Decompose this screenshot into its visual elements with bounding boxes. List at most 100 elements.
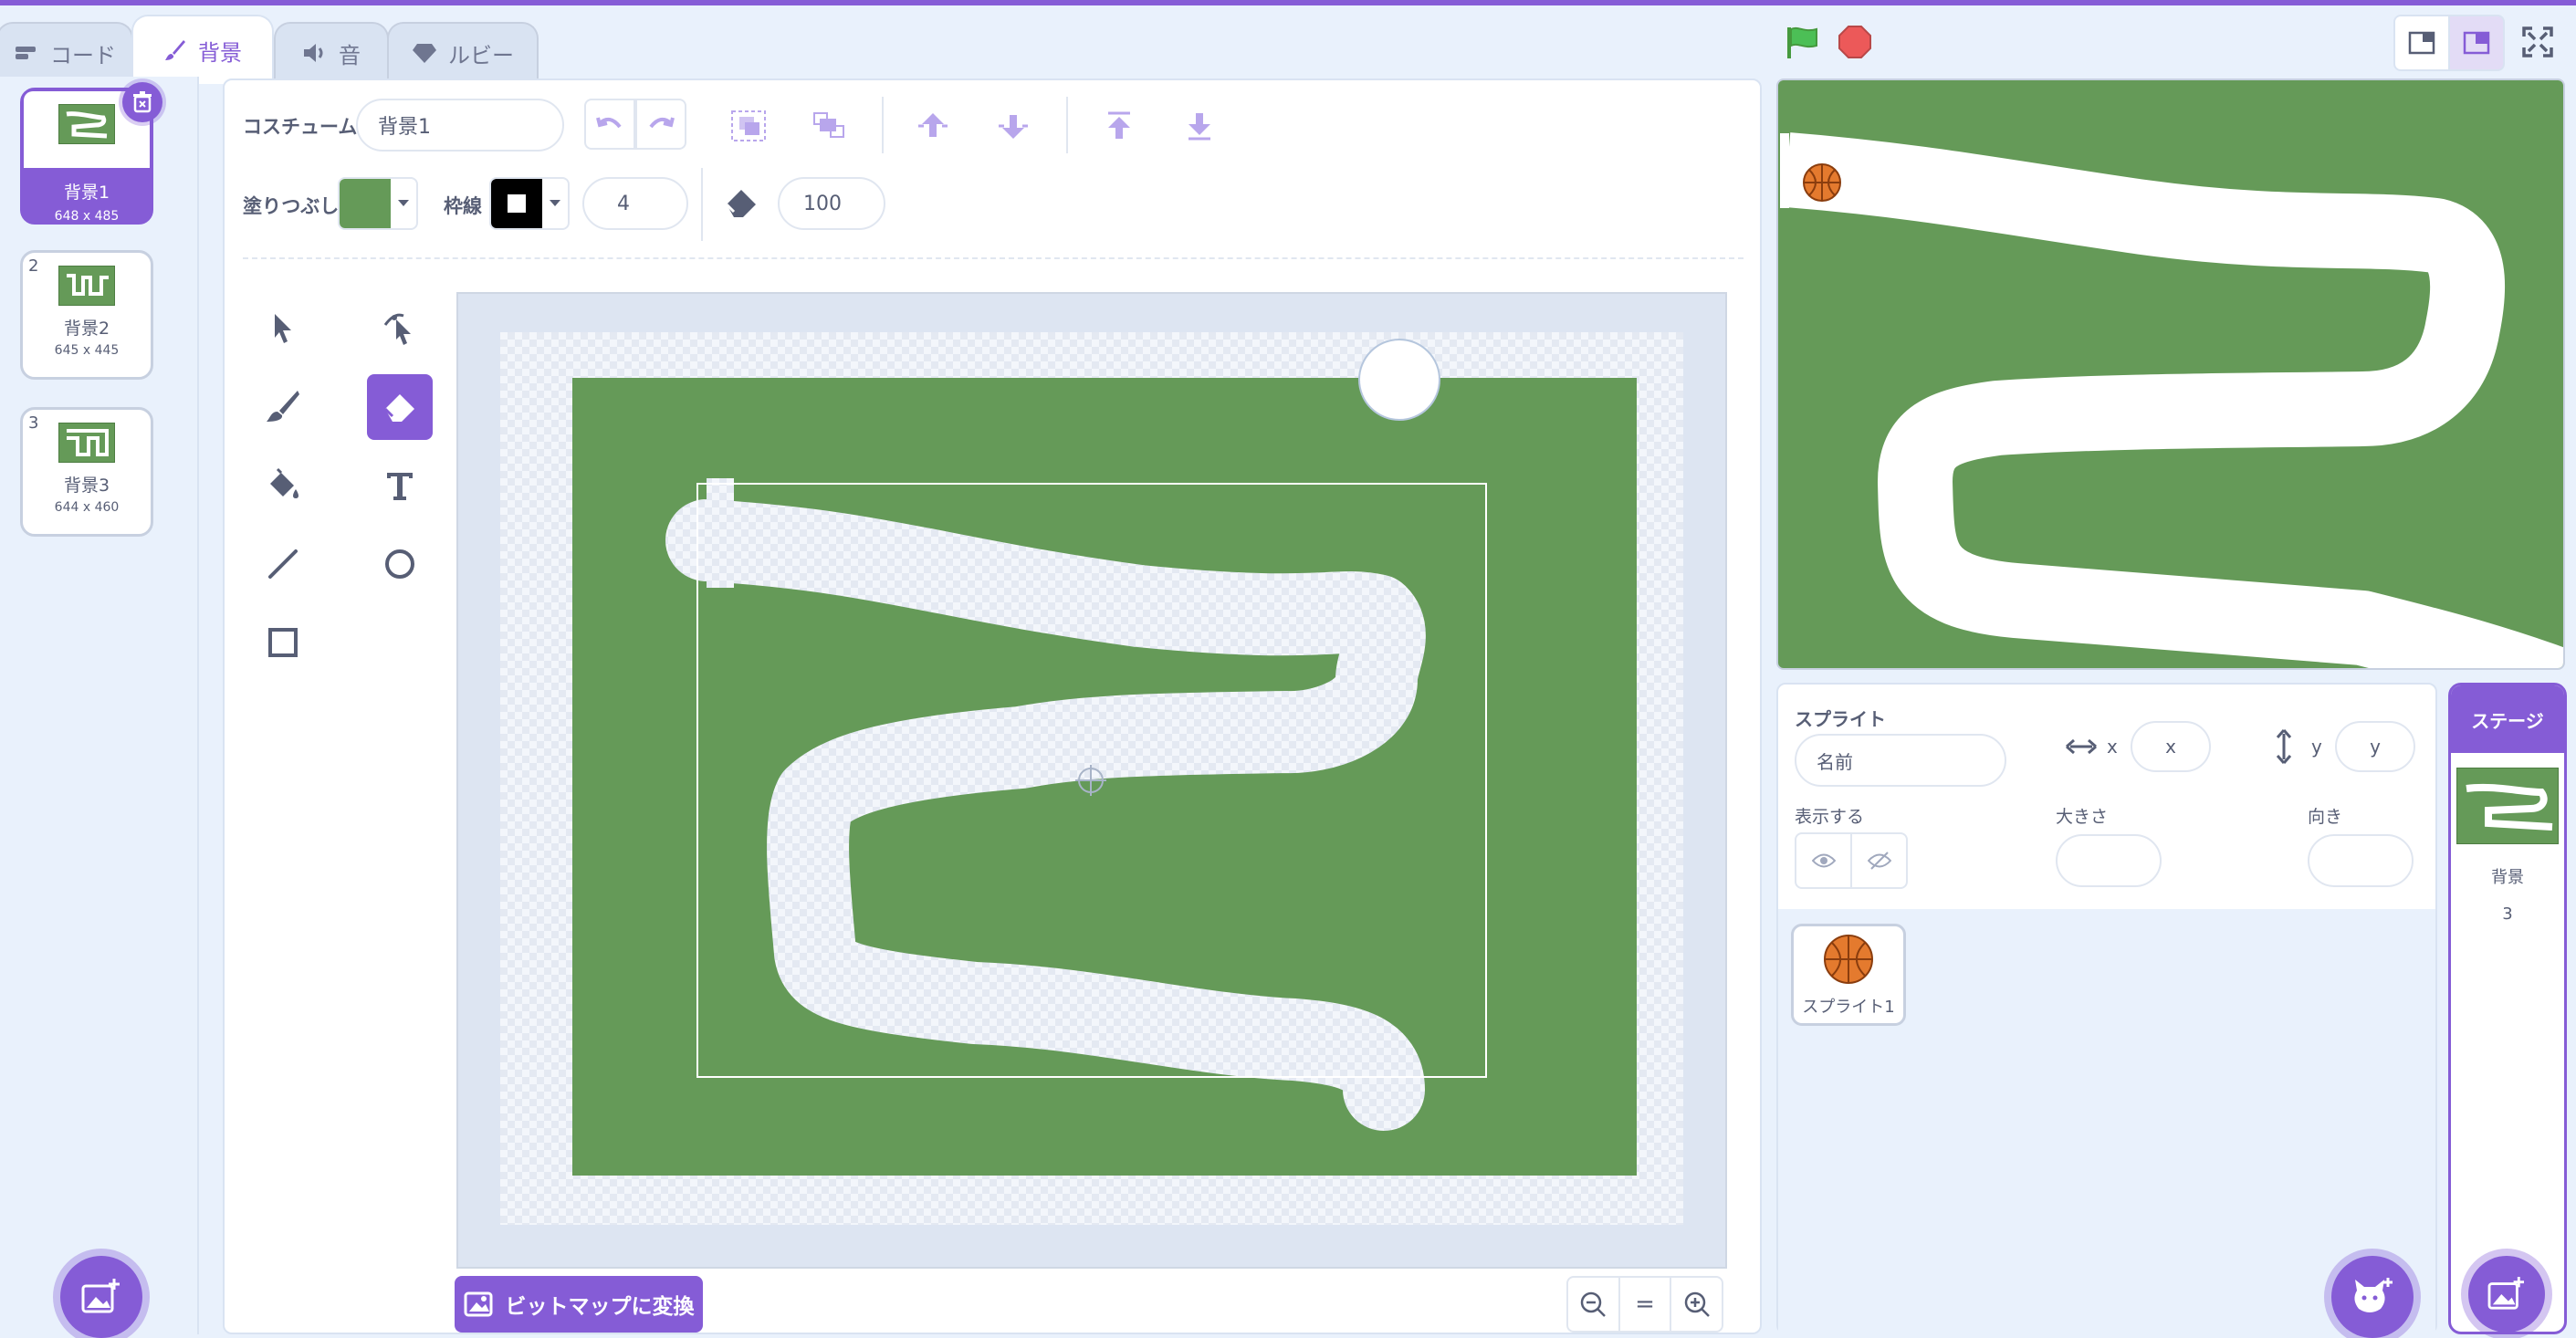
brush-tool[interactable]	[250, 374, 316, 440]
circle-icon	[385, 549, 414, 579]
eraser-size-input[interactable]: 100	[778, 177, 885, 230]
fullscreen-icon[interactable]	[2521, 26, 2554, 58]
line-icon	[268, 549, 298, 579]
basketball-icon	[1824, 935, 1873, 984]
costume-item-2[interactable]: 2 背景2 645 x 445	[20, 250, 153, 380]
costume-name-input[interactable]: 背景1	[356, 99, 564, 152]
choose-stage-backdrop-button[interactable]	[2468, 1256, 2545, 1333]
outline-width-input[interactable]: 4	[582, 177, 688, 230]
add-image-icon	[2487, 1277, 2524, 1310]
stop-icon[interactable]	[1837, 24, 1873, 60]
small-stage-icon	[2408, 31, 2435, 55]
paintbrush-icon	[267, 391, 299, 422]
tab-backdrops[interactable]: 背景	[131, 15, 274, 84]
sprite-item[interactable]: スプライト1	[1791, 924, 1906, 1026]
normal-stage-icon	[2463, 31, 2490, 55]
outline-color-picker[interactable]	[489, 177, 570, 230]
reshape-icon	[383, 313, 411, 345]
tab-ruby-label: ルビー	[448, 42, 514, 68]
horizontal-arrows-icon	[2066, 738, 2097, 755]
outline-label: 枠線	[444, 195, 482, 217]
arrow-cursor-icon	[275, 314, 291, 343]
backdrop-count: 3	[2502, 904, 2513, 924]
rectangle-icon	[268, 628, 298, 657]
stage-selector[interactable]: ステージ 背景 3	[2448, 683, 2567, 1334]
zoom-controls: =	[1566, 1276, 1723, 1333]
costume-item-3[interactable]: 3 背景3 644 x 460	[20, 407, 153, 537]
zoom-out-icon	[1581, 1291, 1607, 1317]
outline-color-swatch	[491, 179, 542, 228]
x-input[interactable]: x	[2131, 721, 2211, 772]
show-sprite-button[interactable]	[1796, 834, 1852, 887]
group-icon[interactable]	[730, 110, 767, 142]
circle-tool[interactable]	[367, 531, 433, 597]
delete-costume-button[interactable]	[122, 82, 162, 122]
trash-icon	[133, 91, 152, 113]
costume-preview	[58, 423, 115, 463]
undo-button[interactable]	[584, 99, 635, 150]
zoom-reset-button[interactable]: =	[1620, 1278, 1672, 1331]
front-icon[interactable]	[1103, 111, 1136, 141]
direction-input[interactable]	[2308, 834, 2414, 887]
visibility-toggle	[1795, 832, 1908, 889]
toolbar-divider	[882, 97, 884, 153]
costume-preview	[58, 266, 115, 306]
reshape-tool[interactable]	[367, 296, 433, 361]
line-tool[interactable]	[250, 531, 316, 597]
size-label: 大きさ	[2056, 807, 2109, 827]
normal-stage-button[interactable]	[2448, 15, 2505, 71]
show-label: 表示する	[1795, 807, 1865, 827]
sprite-label: スプライト	[1795, 708, 1886, 730]
undo-icon	[596, 117, 622, 129]
costume-number: 2	[28, 256, 39, 276]
y-input[interactable]: y	[2335, 721, 2415, 772]
sprite-name-input[interactable]: 名前	[1795, 734, 2006, 787]
tab-ruby[interactable]: ルビー	[387, 22, 539, 82]
chevron-down-icon	[542, 179, 568, 228]
y-label: y	[2311, 736, 2322, 758]
zoom-in-button[interactable]	[1671, 1278, 1722, 1331]
backdrop-artwork[interactable]	[500, 332, 1683, 1225]
tab-code-label: コード	[50, 42, 116, 68]
toolbar-separator	[243, 257, 1744, 259]
tab-sounds-label: 音	[339, 42, 361, 68]
costume-name: 背景3	[63, 476, 110, 496]
hide-sprite-button[interactable]	[1852, 834, 1906, 887]
choose-backdrop-button[interactable]	[60, 1256, 142, 1338]
stage-preview[interactable]	[1776, 78, 2565, 670]
tab-sounds[interactable]: 音	[274, 22, 389, 82]
costume-number: 3	[28, 413, 39, 433]
eraser-tool[interactable]	[367, 374, 433, 440]
size-input[interactable]	[2056, 834, 2162, 887]
forward-icon[interactable]	[916, 111, 949, 141]
toolbar-divider	[701, 168, 703, 241]
ungroup-icon[interactable]	[811, 110, 847, 142]
speaker-icon	[304, 44, 323, 62]
fill-label: 塗りつぶし	[243, 195, 340, 217]
convert-to-bitmap-button[interactable]: ビットマップに変換	[455, 1276, 703, 1333]
green-flag-icon[interactable]	[1784, 24, 1820, 60]
toolbar-divider	[1066, 97, 1068, 153]
image-icon	[464, 1291, 492, 1317]
chevron-down-icon	[391, 179, 416, 228]
costume-name-label: コスチューム	[243, 116, 358, 138]
redo-button[interactable]	[635, 99, 686, 150]
stage-header: ステージ	[2451, 685, 2564, 753]
eye-slash-icon	[1867, 852, 1891, 870]
text-tool[interactable]	[367, 453, 433, 518]
backward-icon[interactable]	[997, 111, 1030, 141]
back-icon[interactable]	[1183, 111, 1216, 141]
tab-code[interactable]: コード	[0, 22, 133, 82]
redo-icon	[649, 117, 675, 129]
choose-sprite-button[interactable]	[2331, 1256, 2414, 1338]
rectangle-tool[interactable]	[250, 610, 316, 675]
select-tool[interactable]	[250, 296, 316, 361]
zoom-in-icon	[1684, 1291, 1710, 1317]
small-stage-button[interactable]	[2393, 15, 2450, 71]
zoom-out-button[interactable]	[1568, 1278, 1620, 1331]
fill-color-picker[interactable]	[338, 177, 418, 230]
fill-tool[interactable]	[250, 453, 316, 518]
costume-list-divider	[197, 77, 199, 1334]
vertical-arrows-icon	[2276, 729, 2292, 764]
eye-icon	[1811, 853, 1836, 868]
